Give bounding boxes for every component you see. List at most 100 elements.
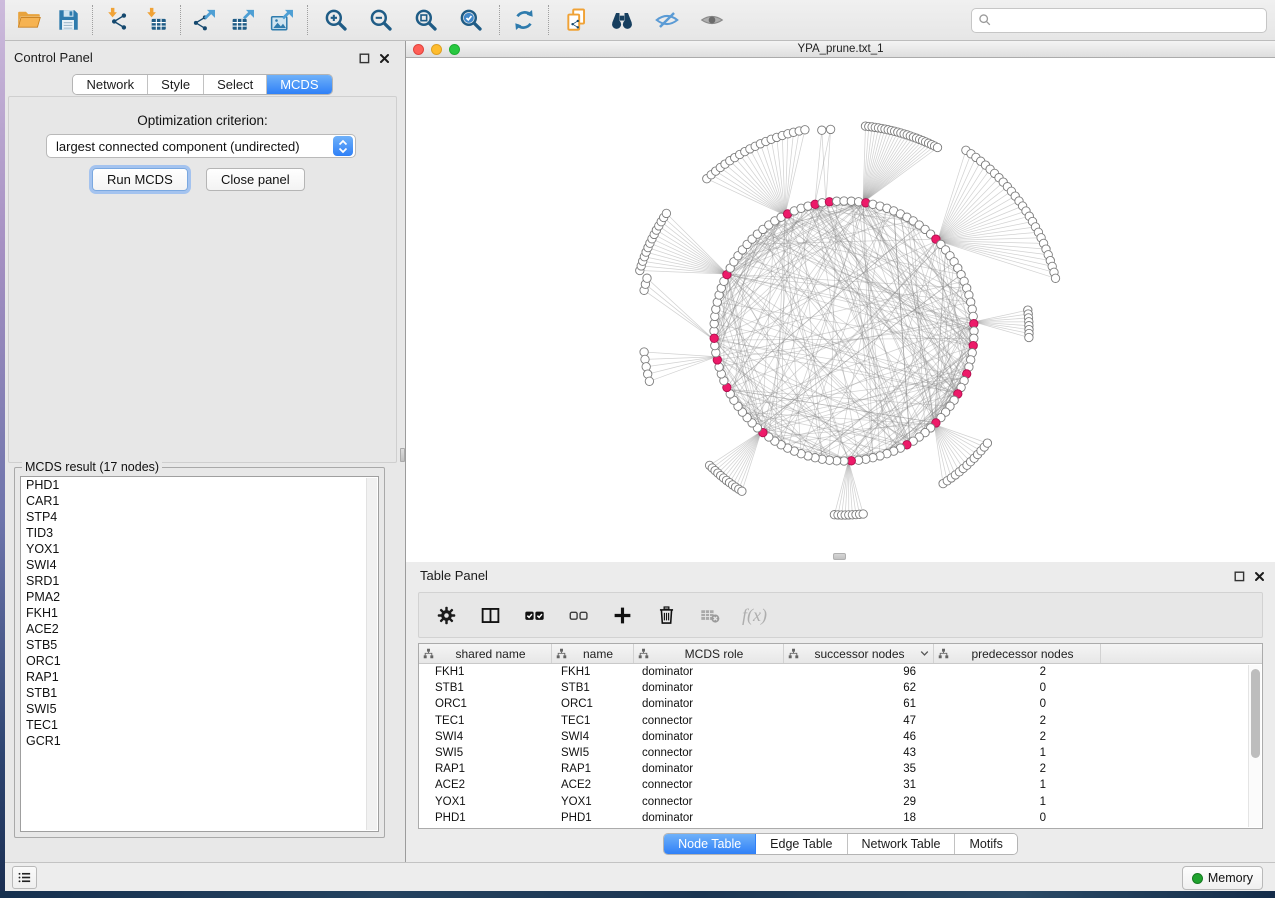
- mcds-result-item[interactable]: YOX1: [21, 541, 378, 557]
- mcds-result-item[interactable]: STP4: [21, 509, 378, 525]
- network-canvas[interactable]: [406, 58, 1275, 562]
- column-header-shared-name[interactable]: shared name: [419, 644, 552, 663]
- cell: 2: [934, 731, 1101, 743]
- delete-column-button[interactable]: [654, 603, 678, 627]
- export-image-button[interactable]: [268, 5, 298, 35]
- tab-edge-table[interactable]: Edge Table: [756, 834, 847, 854]
- tab-node-table[interactable]: Node Table: [664, 834, 756, 854]
- table-row[interactable]: TEC1TEC1connector472: [419, 713, 1262, 729]
- tab-network[interactable]: Network: [73, 75, 148, 94]
- table-row[interactable]: RAP1RAP1dominator352: [419, 761, 1262, 777]
- search-box[interactable]: [971, 8, 1267, 33]
- table-row[interactable]: SWI5SWI5connector431: [419, 745, 1262, 761]
- search-network-icon: [609, 7, 635, 33]
- mcds-result-item[interactable]: SWI5: [21, 701, 378, 717]
- deselect-all-button[interactable]: [566, 603, 590, 627]
- open-file-icon: [16, 7, 42, 33]
- table-row[interactable]: YOX1YOX1connector291: [419, 794, 1262, 810]
- split-pane-button[interactable]: [478, 603, 502, 627]
- mcds-result-item[interactable]: FKH1: [21, 605, 378, 621]
- hide-glyphs-button[interactable]: [652, 5, 682, 35]
- table-destroy-button[interactable]: [698, 603, 722, 627]
- tab-motifs[interactable]: Motifs: [955, 834, 1016, 854]
- cell: 47: [784, 715, 934, 727]
- network-view-window: YPA_prune.txt_1: [406, 41, 1275, 562]
- splitter-handle[interactable]: [400, 448, 405, 462]
- zoom-in-icon: [323, 7, 349, 33]
- mcds-result-item[interactable]: STB5: [21, 637, 378, 653]
- show-glyphs-button[interactable]: [697, 5, 727, 35]
- column-header-name[interactable]: name: [552, 644, 634, 663]
- mcds-result-item[interactable]: TID3: [21, 525, 378, 541]
- column-type-icon: [788, 648, 799, 659]
- zoom-fit-button[interactable]: [411, 5, 441, 35]
- mcds-result-item[interactable]: ORC1: [21, 653, 378, 669]
- export-network-button[interactable]: [190, 5, 220, 35]
- table-row[interactable]: ORC1ORC1dominator610: [419, 696, 1262, 712]
- open-file-button[interactable]: [14, 5, 44, 35]
- table-row[interactable]: FKH1FKH1dominator962: [419, 664, 1262, 680]
- cell: 29: [784, 796, 934, 808]
- select-all-button[interactable]: [522, 603, 546, 627]
- run-mcds-button[interactable]: Run MCDS: [92, 168, 188, 191]
- zoom-selected-button[interactable]: [456, 5, 486, 35]
- import-table-button[interactable]: [141, 5, 171, 35]
- mcds-result-item[interactable]: ACE2: [21, 621, 378, 637]
- cell: 31: [784, 779, 934, 791]
- mcds-result-item[interactable]: CAR1: [21, 493, 378, 509]
- zoom-out-button[interactable]: [366, 5, 396, 35]
- horizontal-splitter-handle[interactable]: [833, 553, 846, 560]
- copy-style-button[interactable]: [562, 5, 592, 35]
- mcds-result-item[interactable]: RAP1: [21, 669, 378, 685]
- refresh-button[interactable]: [509, 5, 539, 35]
- table-row[interactable]: PHD1PHD1dominator180: [419, 810, 1262, 826]
- criterion-dropdown[interactable]: largest connected component (undirected): [46, 134, 356, 158]
- table-panel-tabs: Node TableEdge TableNetwork TableMotifs: [406, 833, 1275, 855]
- table-scrollbar[interactable]: [1248, 665, 1261, 827]
- network-window-titlebar[interactable]: YPA_prune.txt_1: [406, 41, 1275, 58]
- column-header-MCDS-role[interactable]: MCDS role: [634, 644, 784, 663]
- cell: 0: [934, 812, 1101, 824]
- column-header-predecessor-nodes[interactable]: predecessor nodes: [934, 644, 1101, 663]
- table-row[interactable]: STB1STB1dominator620: [419, 680, 1262, 696]
- float-panel-icon[interactable]: [359, 51, 370, 69]
- close-panel-icon[interactable]: [1254, 569, 1265, 587]
- mcds-result-item[interactable]: GCR1: [21, 733, 378, 749]
- tab-style[interactable]: Style: [148, 75, 204, 94]
- mcds-list-scrollbar[interactable]: [366, 478, 377, 830]
- search-input[interactable]: [997, 13, 1260, 27]
- search-network-button[interactable]: [607, 5, 637, 35]
- mcds-result-item[interactable]: SRD1: [21, 573, 378, 589]
- mcds-result-item[interactable]: SWI4: [21, 557, 378, 573]
- close-panel-icon[interactable]: [379, 51, 390, 69]
- mcds-result-item[interactable]: PHD1: [21, 477, 378, 493]
- mcds-result-item[interactable]: TEC1: [21, 717, 378, 733]
- function-builder-button[interactable]: f(x): [742, 603, 767, 627]
- mcds-result-item[interactable]: PMA2: [21, 589, 378, 605]
- table-row[interactable]: ACE2ACE2connector311: [419, 777, 1262, 793]
- gear-button[interactable]: [434, 603, 458, 627]
- close-panel-button[interactable]: Close panel: [206, 168, 305, 191]
- add-column-button[interactable]: [610, 603, 634, 627]
- zoom-in-button[interactable]: [321, 5, 351, 35]
- tab-network-table[interactable]: Network Table: [848, 834, 956, 854]
- float-panel-icon[interactable]: [1234, 569, 1245, 587]
- mcds-result-item[interactable]: STB1: [21, 685, 378, 701]
- scrollbar-thumb[interactable]: [1251, 669, 1260, 758]
- export-table-button[interactable]: [229, 5, 259, 35]
- import-network-button[interactable]: [102, 5, 132, 35]
- table-row[interactable]: SWI4SWI4dominator462: [419, 729, 1262, 745]
- memory-button[interactable]: Memory: [1182, 866, 1263, 890]
- hide-glyphs-icon: [654, 7, 680, 33]
- cell: TEC1: [419, 715, 552, 727]
- cell: 1: [934, 779, 1101, 791]
- column-header-successor-nodes[interactable]: successor nodes: [784, 644, 934, 663]
- save-session-button[interactable]: [53, 5, 83, 35]
- tab-mcds[interactable]: MCDS: [267, 75, 331, 94]
- mcds-result-list[interactable]: PHD1CAR1STP4TID3YOX1SWI4SRD1PMA2FKH1ACE2…: [20, 476, 379, 832]
- show-glyphs-icon: [699, 7, 725, 33]
- task-history-button[interactable]: [12, 866, 37, 889]
- tab-select[interactable]: Select: [204, 75, 267, 94]
- criterion-value: largest connected component (undirected): [47, 139, 333, 154]
- dropdown-stepper-icon: [333, 136, 353, 156]
